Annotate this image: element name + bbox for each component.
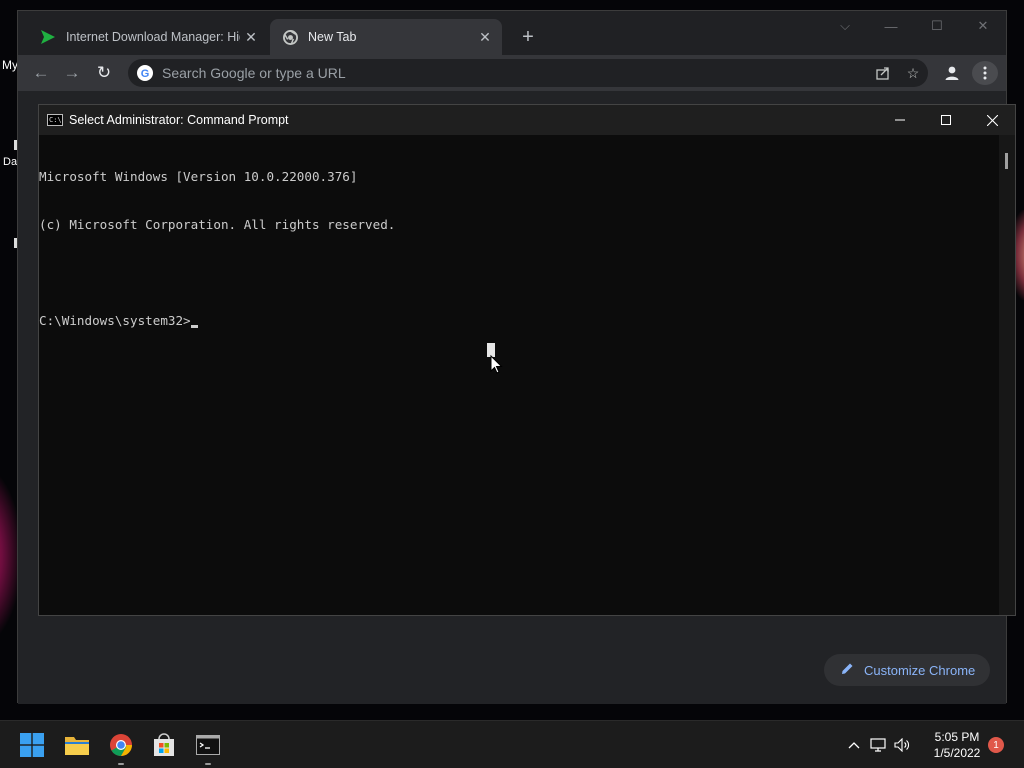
- profile-icon[interactable]: [940, 61, 964, 85]
- forward-arrow-icon[interactable]: →: [59, 61, 85, 85]
- customize-chrome-label: Customize Chrome: [864, 662, 976, 678]
- running-indicator: [205, 763, 211, 765]
- terminal-icon: C:\: [47, 114, 63, 126]
- svg-text:G: G: [141, 68, 150, 80]
- desktop-icon-label[interactable]: My: [2, 58, 18, 72]
- system-tray: [843, 721, 913, 768]
- maximize-icon[interactable]: [923, 105, 969, 135]
- start-button[interactable]: [16, 729, 48, 761]
- volume-icon[interactable]: [891, 738, 913, 752]
- address-bar-placeholder: Search Google or type a URL: [162, 65, 346, 81]
- file-explorer-icon[interactable]: [61, 729, 93, 761]
- new-tab-button[interactable]: +: [514, 25, 542, 49]
- scrollbar-thumb[interactable]: [1005, 153, 1008, 169]
- minimize-icon[interactable]: [877, 105, 923, 135]
- console-line: Microsoft Windows [Version 10.0.22000.37…: [39, 169, 358, 184]
- taskbar-clock[interactable]: 5:05 PM 1/5/2022: [925, 729, 989, 761]
- window-controls: ⌵ — ☐ ✕: [822, 11, 1006, 41]
- microsoft-store-icon[interactable]: [148, 729, 180, 761]
- browser-toolbar: ← → ↻ G Search Google or type a URL ☆: [18, 55, 1006, 91]
- network-icon[interactable]: [865, 738, 891, 752]
- tab-new-tab[interactable]: New Tab ✕: [270, 19, 502, 55]
- tab-strip: Internet Download Manager: Hig ✕ New Tab…: [18, 11, 1006, 55]
- chrome-icon[interactable]: [105, 729, 137, 765]
- prompt-line[interactable]: C:\Windows\system32>: [39, 313, 1001, 329]
- cmd-titlebar[interactable]: C:\ Select Administrator: Command Prompt: [39, 105, 1015, 135]
- close-icon[interactable]: ✕: [474, 26, 496, 48]
- minimize-icon[interactable]: —: [868, 11, 914, 41]
- tab-idm[interactable]: Internet Download Manager: Hig ✕: [28, 19, 268, 55]
- kebab-menu-icon[interactable]: [972, 61, 998, 85]
- mouse-pointer-icon: [490, 355, 503, 374]
- desktop-icon-label[interactable]: Da: [3, 156, 17, 168]
- reload-icon[interactable]: ↻: [91, 61, 117, 85]
- pencil-icon: [840, 662, 856, 678]
- idm-arrow-icon: [40, 29, 56, 45]
- start-icon: [20, 733, 44, 757]
- notification-badge[interactable]: 1: [988, 737, 1004, 753]
- text-caret: [190, 325, 198, 328]
- console-line: (c) Microsoft Corporation. All rights re…: [39, 217, 396, 232]
- close-icon[interactable]: ✕: [960, 11, 1006, 41]
- clock-date: 1/5/2022: [933, 746, 981, 760]
- address-bar[interactable]: G Search Google or type a URL ☆: [128, 59, 928, 87]
- prompt-text: C:\Windows\system32>: [39, 313, 191, 328]
- chrome-icon: [282, 29, 298, 45]
- cmd-title: Select Administrator: Command Prompt: [69, 113, 289, 127]
- close-icon[interactable]: [969, 105, 1015, 135]
- maximize-icon[interactable]: ☐: [914, 11, 960, 41]
- command-prompt-window[interactable]: C:\ Select Administrator: Command Prompt…: [38, 104, 1016, 616]
- terminal-icon[interactable]: [192, 729, 224, 765]
- bookmark-star-icon[interactable]: ☆: [898, 59, 928, 87]
- customize-chrome-button[interactable]: Customize Chrome: [824, 654, 990, 686]
- close-icon[interactable]: ✕: [240, 26, 262, 48]
- tab-title: Internet Download Manager: Hig: [66, 30, 240, 44]
- back-arrow-icon[interactable]: ←: [28, 61, 54, 85]
- running-indicator: [118, 763, 124, 765]
- clock-time: 5:05 PM: [934, 730, 980, 744]
- google-g-icon: G: [136, 64, 154, 82]
- tab-title: New Tab: [308, 30, 357, 44]
- console-output[interactable]: Microsoft Windows [Version 10.0.22000.37…: [39, 135, 1001, 615]
- scrollbar[interactable]: [999, 135, 1015, 615]
- chevron-up-icon[interactable]: [843, 741, 865, 749]
- taskbar: 5:05 PM 1/5/2022: [0, 720, 1024, 768]
- chevron-down-icon[interactable]: ⌵: [822, 11, 868, 41]
- share-icon[interactable]: [868, 59, 898, 87]
